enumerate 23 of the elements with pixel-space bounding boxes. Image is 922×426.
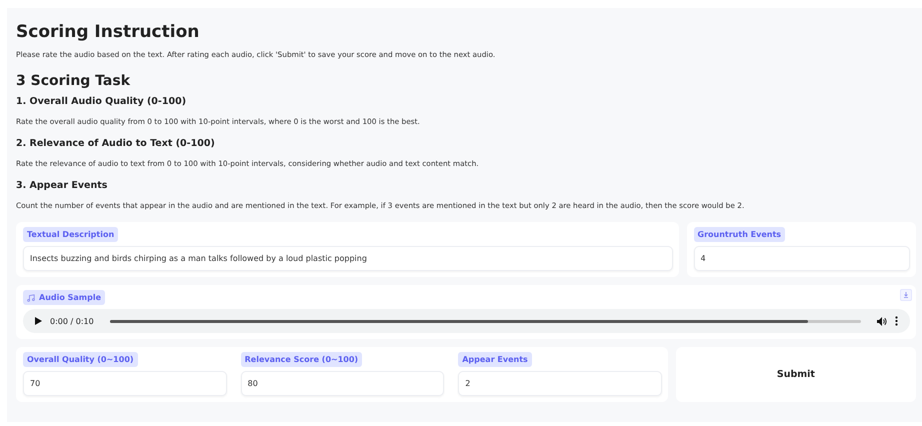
field-label: Relevance Score (0~100) [240,352,362,367]
criterion-heading: 3. Appear Events [16,180,108,191]
download-icon [903,292,909,298]
more-options-icon[interactable] [895,316,898,326]
page-title: Scoring Instruction [16,22,200,42]
time-display: 0:00 / 0:10 [50,316,94,326]
score-field[interactable]: 2 [458,371,662,396]
play-icon[interactable] [35,317,42,325]
criterion-heading: 1. Overall Audio Quality (0-100) [16,96,188,107]
music-note-icon [27,294,35,302]
description-field[interactable]: Insects buzzing and birds chirping as a man talks followed by a loud plastic popping [23,246,672,271]
volume-icon[interactable] [877,316,887,326]
field-label: Textual Description [23,227,118,242]
score-field[interactable]: 70 [23,371,227,396]
score-field[interactable]: 80 [240,371,444,396]
criterion-heading: 2. Relevance of Audio to Text (0-100) [16,138,216,149]
audio-label-text: Audio Sample [39,293,102,302]
section-heading: 3 Scoring Task [16,73,132,89]
field-label: Appear Events [458,352,532,367]
submit-button[interactable]: Submit [676,347,916,402]
field-label: Grountruth Events [694,227,786,242]
field-label: Overall Quality (0~100) [23,352,138,367]
groundtruth-field[interactable]: 4 [694,246,910,271]
